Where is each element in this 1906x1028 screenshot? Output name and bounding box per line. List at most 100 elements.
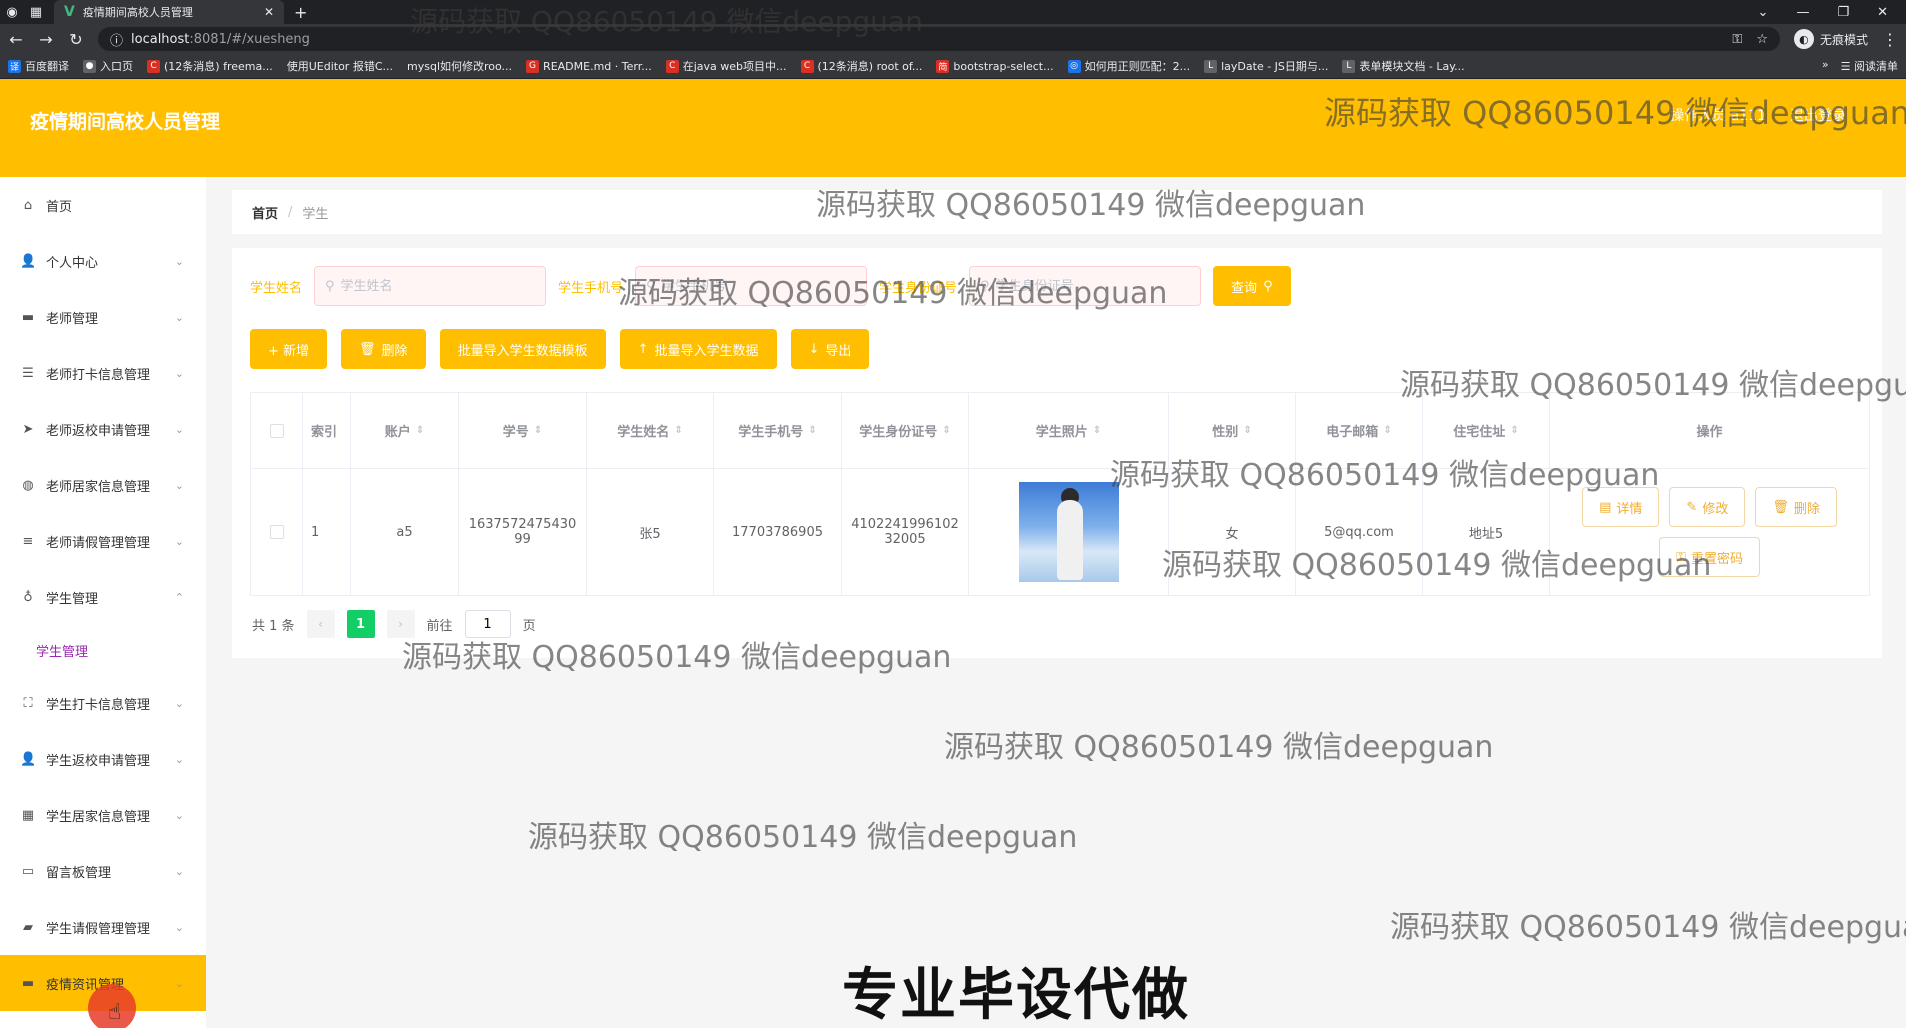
close-icon[interactable]: ✕	[264, 5, 274, 19]
col-id-card[interactable]: 学生身份证号 ⇕	[842, 393, 969, 468]
bookmark-item[interactable]: ◎ 如何用正则匹配：2...	[1067, 58, 1190, 74]
bookmarks-bar: 译百度翻译 ● 入口页 C (12条消息) freema... 使用UEditor …	[0, 54, 1906, 79]
app-tab-icon[interactable]: ▦	[24, 0, 48, 24]
page-jump-input[interactable]	[464, 610, 511, 638]
chevron-down-icon: ⌄	[174, 808, 184, 822]
sidebar-item-student-checkin[interactable]: ⛶ 学生打卡信息管理 ⌄	[0, 675, 206, 731]
sidebar-item-teacher-return[interactable]: ➤ 老师返校申请管理 ⌄	[0, 401, 206, 457]
col-name[interactable]: 学生姓名 ⇕	[587, 393, 714, 468]
current-page[interactable]: 1	[346, 610, 375, 638]
row-checkbox[interactable]	[269, 525, 284, 539]
sidebar-item-teachers[interactable]: ▬ 老师管理 ⌄	[0, 289, 206, 345]
chrome-menu-icon[interactable]: ◉	[0, 0, 24, 24]
star-icon[interactable]: ☆	[1756, 32, 1768, 47]
frame-icon: ⛶	[23, 695, 33, 711]
sidebar-item-student-home[interactable]: ▦ 学生居家信息管理 ⌄	[0, 787, 206, 843]
bookmark-item[interactable]: ● 入口页	[83, 58, 133, 74]
id-search-field[interactable]: ⚲	[969, 266, 1202, 306]
sidebar-item-teacher-leave[interactable]: ≡ 老师请假管理管理 ⌄	[0, 513, 206, 569]
reset-password-button[interactable]: ⚿ 重置密码	[1659, 537, 1760, 577]
back-icon[interactable]: ←	[8, 30, 24, 49]
col-phone[interactable]: 学生手机号 ⇕	[714, 393, 842, 468]
pagination: 共 1 条 ‹ 1 › 前往 页	[252, 610, 536, 638]
sidebar-subitem-students[interactable]: 学生管理	[0, 625, 206, 675]
restore-icon[interactable]: ❐	[1837, 5, 1849, 20]
sort-icon: ⇕	[674, 425, 683, 436]
search-icon: ⚲	[980, 278, 990, 294]
bookmark-item[interactable]: mysql如何修改roo...	[407, 58, 512, 74]
breadcrumb-home[interactable]: 首页	[252, 203, 278, 222]
import-template-button[interactable]: 批量导入学生数据模板	[439, 329, 606, 369]
bag-icon: ▰	[23, 919, 33, 935]
tab-title: 疫情期间高校人员管理	[82, 6, 193, 19]
sidebar-item-profile[interactable]: 👤 个人中心 ⌄	[0, 233, 206, 289]
sidebar-item-student-return[interactable]: 👤 学生返校申请管理 ⌄	[0, 731, 206, 787]
bookmark-item[interactable]: G README.md · Terr...	[526, 59, 652, 73]
url-host: localhost	[131, 31, 190, 47]
bookmark-item[interactable]: 简 bootstrap-select...	[936, 59, 1054, 73]
table-row: 1 a5 163757247543099 张5 17703786905 4102…	[251, 469, 1869, 595]
close-window-icon[interactable]: ✕	[1877, 5, 1888, 20]
export-button[interactable]: ↓ 导出	[790, 329, 870, 369]
bookmark-item[interactable]: C 在java web项目中...	[665, 58, 787, 74]
chevron-down-icon: ⌄	[174, 310, 184, 324]
edit-button[interactable]: ✎ 修改	[1669, 487, 1746, 527]
browser-tab[interactable]: V 疫情期间高校人员管理 ✕	[54, 0, 284, 24]
sidebar-item-messages[interactable]: ▭ 留言板管理 ⌄	[0, 843, 206, 899]
sidebar-item-home[interactable]: ⌂ 首页	[0, 177, 206, 233]
cell-gender: 女	[1169, 469, 1296, 595]
name-search-input[interactable]	[340, 278, 531, 294]
col-index: 索引	[303, 393, 351, 468]
select-all-checkbox[interactable]	[269, 423, 284, 438]
col-account[interactable]: 账户 ⇕	[351, 393, 459, 468]
col-address[interactable]: 住宅住址 ⇕	[1423, 393, 1550, 468]
key-icon[interactable]: ⚿	[1732, 32, 1742, 47]
chevron-down-icon: ⌄	[174, 254, 184, 268]
profile-button[interactable]: ◐ 无痕模式	[1793, 29, 1868, 49]
bookmark-item[interactable]: LlayDate - JS日期与...	[1204, 58, 1328, 74]
sidebar-item-teacher-home[interactable]: ◍ 老师居家信息管理 ⌄	[0, 457, 206, 513]
more-icon[interactable]: ⋮	[1882, 30, 1898, 49]
bookmark-item[interactable]: C (12条消息) freema...	[147, 58, 273, 74]
col-gender[interactable]: 性别 ⇕	[1169, 393, 1296, 468]
bookmark-item[interactable]: 使用UEditor 报错C...	[287, 58, 393, 74]
next-page-button[interactable]: ›	[386, 610, 415, 638]
reading-list[interactable]: ☰ 阅读清单	[1841, 58, 1898, 74]
bookmark-item[interactable]: C (12条消息) root of...	[800, 58, 922, 74]
import-data-button[interactable]: ↑ 批量导入学生数据	[619, 329, 777, 369]
prev-page-button[interactable]: ‹	[306, 610, 335, 638]
query-button[interactable]: 查询 ⚲	[1213, 266, 1291, 306]
name-search-field[interactable]: ⚲	[314, 266, 547, 306]
logout-link[interactable]: 退出登录	[1790, 105, 1846, 125]
user-icon: 👤	[20, 253, 37, 269]
detail-button[interactable]: ▤ 详情	[1582, 487, 1660, 527]
add-button[interactable]: + 新增	[250, 329, 328, 369]
col-photo[interactable]: 学生照片 ⇕	[969, 393, 1169, 468]
col-student-no[interactable]: 学号 ⇕	[459, 393, 587, 468]
trash-icon: 🗑	[1772, 499, 1789, 515]
cell-address: 地址5	[1423, 469, 1550, 595]
sidebar-item-teacher-checkin[interactable]: ☰ 老师打卡信息管理 ⌄	[0, 345, 206, 401]
bookmarks-overflow-icon[interactable]: »	[1822, 58, 1829, 74]
col-actions: 操作	[1696, 425, 1723, 440]
phone-search-field[interactable]: ⚲	[635, 266, 868, 306]
search-icon: ⚲	[1263, 278, 1273, 294]
url-field[interactable]: ⓘ localhost:8081/#/xuesheng ⚿ ☆	[98, 27, 1780, 51]
row-delete-button[interactable]: 🗑 删除	[1755, 487, 1837, 527]
delete-button[interactable]: 🗑 删除	[341, 329, 426, 369]
reload-icon[interactable]: ↻	[68, 30, 84, 49]
col-email[interactable]: 电子邮箱 ⇕	[1296, 393, 1423, 468]
bookmark-item[interactable]: 译百度翻译	[8, 58, 69, 74]
bookmark-item[interactable]: L 表单模块文档 - Lay...	[1342, 58, 1465, 74]
phone-search-input[interactable]	[661, 278, 852, 294]
student-photo[interactable]	[1018, 482, 1119, 582]
forward-icon[interactable]: →	[38, 30, 54, 49]
id-search-input[interactable]	[995, 278, 1186, 294]
tab-search-icon[interactable]: ⌄	[1758, 5, 1769, 20]
chevron-down-icon: ⌄	[174, 696, 184, 710]
system-title: 疫情期间高校人员管理	[30, 111, 221, 133]
new-tab-icon[interactable]: +	[294, 3, 307, 22]
minimize-icon[interactable]: —	[1796, 5, 1809, 20]
sidebar-item-student-leave[interactable]: ▰ 学生请假管理管理 ⌄	[0, 899, 206, 955]
sidebar-item-students[interactable]: ♁ 学生管理 ⌃	[0, 569, 206, 625]
